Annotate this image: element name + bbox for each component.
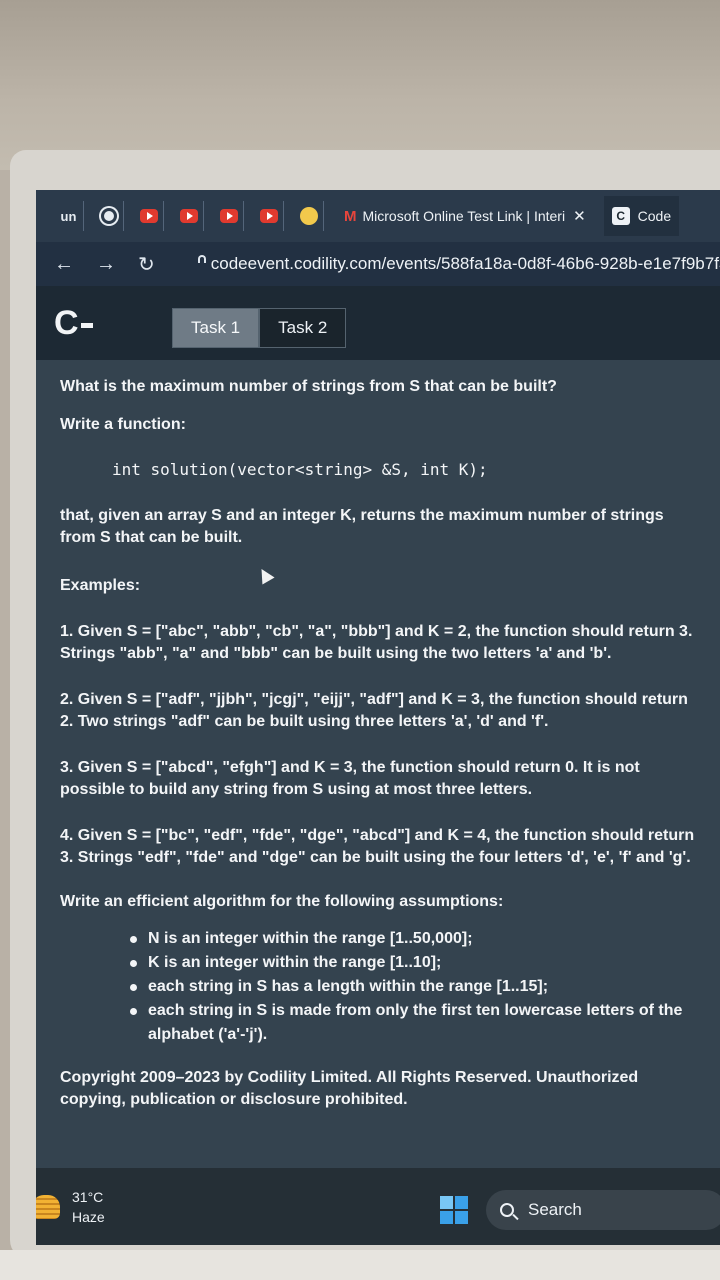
- tab-task-2[interactable]: Task 2: [259, 308, 347, 348]
- back-arrow-icon[interactable]: ←: [54, 253, 74, 276]
- youtube-icon: [139, 209, 158, 223]
- codility-logo: C: [54, 304, 93, 343]
- address-bar: ← → ↻ codeevent.codility.com/events/588f…: [36, 242, 720, 286]
- pinned-tab-youtube-3[interactable]: [214, 201, 244, 231]
- assumption-item: N is an integer within the range [1..50,…: [130, 927, 700, 951]
- task-tabs: Task 1 Task 2: [172, 308, 347, 348]
- desk-surface: [0, 1250, 720, 1280]
- example-2: 2. Given S = ["adf", "jjbh", "jcgj", "ei…: [60, 691, 688, 730]
- pinned-tab-youtube-4[interactable]: [254, 201, 284, 231]
- function-signature: int solution(vector<string> &S, int K);: [112, 460, 488, 479]
- haze-weather-icon[interactable]: [36, 1194, 60, 1219]
- gmail-icon: M: [344, 207, 357, 225]
- screen: un M Microsoft Online Test Link | Interi…: [36, 190, 720, 1245]
- task-description: What is the maximum number of strings fr…: [36, 360, 720, 1176]
- codility-page: C Task 1 Task 2 What is the maximum numb…: [36, 286, 720, 1176]
- search-label: Search: [528, 1200, 582, 1219]
- examples-heading: Examples:: [60, 577, 141, 594]
- close-icon[interactable]: ✕: [573, 207, 586, 225]
- tab-title: Code: [637, 208, 672, 224]
- url-field[interactable]: codeevent.codility.com/events/588fa18a-0…: [211, 254, 720, 274]
- weather-widget[interactable]: 31°C Haze: [72, 1187, 105, 1227]
- example-4: 4. Given S = ["bc", "edf", "fde", "dge",…: [60, 827, 695, 866]
- assumptions-heading: Write an efficient algorithm for the fol…: [60, 893, 504, 910]
- windows-start-icon[interactable]: [440, 1196, 468, 1224]
- assumption-item: K is an integer within the range [1..10]…: [130, 951, 700, 975]
- tab-codility[interactable]: C Code: [603, 196, 680, 236]
- tab-title: Microsoft Online Test Link | Interi: [362, 208, 566, 224]
- forward-arrow-icon[interactable]: →: [96, 253, 116, 276]
- assumptions-list: N is an integer within the range [1..50,…: [130, 927, 700, 1047]
- youtube-icon: [219, 209, 238, 223]
- background-wall: [0, 0, 720, 170]
- taskbar-search[interactable]: Search: [486, 1190, 720, 1230]
- search-icon: [500, 1203, 514, 1217]
- codility-tab-icon: C: [611, 207, 630, 225]
- example-3: 3. Given S = ["abcd", "efgh"] and K = 3,…: [60, 759, 640, 798]
- pinned-tab-un[interactable]: un: [54, 201, 84, 231]
- function-description: that, given an array S and an integer K,…: [60, 507, 664, 546]
- pinned-tab-youtube-1[interactable]: [134, 201, 164, 231]
- windows-taskbar: 31°C Haze Search: [36, 1168, 720, 1245]
- pinned-tab-globe[interactable]: [94, 201, 124, 231]
- youtube-icon: [179, 209, 198, 223]
- emoji-icon: [299, 207, 318, 225]
- tab-bar: un M Microsoft Online Test Link | Interi…: [36, 190, 720, 242]
- example-1: 1. Given S = ["abc", "abb", "cb", "a", "…: [60, 623, 693, 662]
- tab-microsoft-test[interactable]: M Microsoft Online Test Link | Interi ✕: [334, 196, 596, 236]
- pinned-tab-label: un: [60, 208, 77, 224]
- temperature: 31°C: [72, 1188, 104, 1205]
- reload-icon[interactable]: ↻: [138, 252, 155, 277]
- globe-icon: [100, 208, 117, 224]
- write-function-label: Write a function:: [60, 416, 186, 433]
- pinned-tabs: un: [54, 201, 334, 231]
- question-text: What is the maximum number of strings fr…: [60, 378, 557, 395]
- tab-task-1[interactable]: Task 1: [172, 308, 260, 348]
- pinned-tab-youtube-2[interactable]: [174, 201, 204, 231]
- assumption-item: each string in S is made from only the f…: [130, 999, 700, 1047]
- assumption-item: each string in S has a length within the…: [130, 975, 700, 999]
- copyright-notice: Copyright 2009–2023 by Codility Limited.…: [60, 1069, 639, 1108]
- weather-condition: Haze: [72, 1208, 105, 1225]
- pinned-tab-emoji[interactable]: [294, 201, 324, 231]
- youtube-icon: [259, 209, 278, 223]
